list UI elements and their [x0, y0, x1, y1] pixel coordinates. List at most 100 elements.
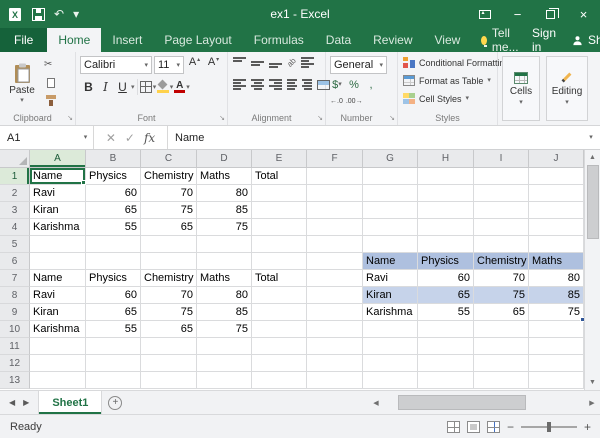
- vertical-scrollbar[interactable]: ▲ ▼: [584, 150, 600, 390]
- horizontal-scrollbar-thumb[interactable]: [398, 395, 526, 410]
- cell-C1[interactable]: Chemistry: [141, 168, 197, 185]
- column-header-F[interactable]: F: [307, 150, 363, 167]
- minimize-button[interactable]: −: [501, 0, 534, 28]
- currency-button[interactable]: $▾: [330, 77, 344, 92]
- cell-H4[interactable]: [418, 219, 474, 236]
- fill-handle[interactable]: [81, 180, 86, 185]
- cell-I2[interactable]: [474, 185, 529, 202]
- cell-C7[interactable]: Chemistry: [141, 270, 197, 287]
- cell-C4[interactable]: 65: [141, 219, 197, 236]
- cell-H5[interactable]: [418, 236, 474, 253]
- cell-I1[interactable]: [474, 168, 529, 185]
- cell-D13[interactable]: [197, 372, 252, 389]
- cell-D6[interactable]: [197, 253, 252, 270]
- cell-F11[interactable]: [307, 338, 363, 355]
- fill-color-button[interactable]: ▾: [157, 78, 174, 96]
- cell-J11[interactable]: [529, 338, 584, 355]
- cell-F5[interactable]: [307, 236, 363, 253]
- horizontal-scrollbar[interactable]: ◀ ▶: [368, 391, 600, 414]
- tab-page-layout[interactable]: Page Layout: [153, 28, 242, 52]
- cell-G10[interactable]: [363, 321, 418, 338]
- cell-E4[interactable]: [252, 219, 307, 236]
- scroll-left-button[interactable]: ◀: [368, 399, 384, 407]
- cell-C12[interactable]: [141, 355, 197, 372]
- cell-D9[interactable]: 85: [197, 304, 252, 321]
- vertical-scrollbar-thumb[interactable]: [587, 165, 599, 239]
- zoom-out-button[interactable]: −: [507, 420, 514, 434]
- name-box-dropdown[interactable]: ▾: [78, 126, 94, 149]
- save-button[interactable]: [32, 8, 45, 21]
- sheet-tab-sheet1[interactable]: Sheet1: [38, 391, 102, 414]
- cell-A6[interactable]: [30, 253, 86, 270]
- row-header-11[interactable]: 11: [0, 338, 30, 355]
- column-header-I[interactable]: I: [474, 150, 529, 167]
- underline-button[interactable]: U: [114, 78, 131, 96]
- cell-G13[interactable]: [363, 372, 418, 389]
- cell-C8[interactable]: 70: [141, 287, 197, 304]
- row-header-9[interactable]: 9: [0, 304, 30, 321]
- cell-J5[interactable]: [529, 236, 584, 253]
- format-as-table-button[interactable]: Format as Table ▾: [403, 75, 491, 86]
- tab-review[interactable]: Review: [362, 28, 423, 52]
- cell-A11[interactable]: [30, 338, 86, 355]
- cell-E3[interactable]: [252, 202, 307, 219]
- cell-D12[interactable]: [197, 355, 252, 372]
- decrease-indent-button[interactable]: [287, 79, 297, 90]
- cell-I5[interactable]: [474, 236, 529, 253]
- cell-I10[interactable]: [474, 321, 529, 338]
- cell-F4[interactable]: [307, 219, 363, 236]
- cell-E13[interactable]: [252, 372, 307, 389]
- cancel-entry-button[interactable]: ✕: [106, 131, 116, 145]
- clipboard-dialog-launcher[interactable]: ↘: [67, 115, 73, 123]
- cell-D8[interactable]: 80: [197, 287, 252, 304]
- cell-I7[interactable]: 70: [474, 270, 529, 287]
- cell-D5[interactable]: [197, 236, 252, 253]
- decrease-font-button[interactable]: A▾: [205, 56, 222, 74]
- column-header-G[interactable]: G: [363, 150, 418, 167]
- cell-A8[interactable]: Ravi: [30, 287, 86, 304]
- page-break-view-button[interactable]: [487, 421, 500, 433]
- cell-A9[interactable]: Kiran: [30, 304, 86, 321]
- sheet-nav-left-button[interactable]: ◀: [9, 398, 15, 407]
- row-header-12[interactable]: 12: [0, 355, 30, 372]
- cell-B13[interactable]: [86, 372, 141, 389]
- cell-B6[interactable]: [86, 253, 141, 270]
- row-header-3[interactable]: 3: [0, 202, 30, 219]
- cell-I9[interactable]: 65: [474, 304, 529, 321]
- cell-F6[interactable]: [307, 253, 363, 270]
- cell-D7[interactable]: Maths: [197, 270, 252, 287]
- cell-J9[interactable]: 75: [529, 304, 584, 321]
- cell-G5[interactable]: [363, 236, 418, 253]
- cell-H9[interactable]: 55: [418, 304, 474, 321]
- cell-J6[interactable]: Maths: [529, 253, 584, 270]
- cell-E7[interactable]: Total: [252, 270, 307, 287]
- wrap-text-button[interactable]: [301, 57, 314, 68]
- cell-J8[interactable]: 85: [529, 287, 584, 304]
- format-painter-button[interactable]: [44, 93, 66, 108]
- tell-me-box[interactable]: Tell me...: [471, 28, 532, 52]
- cell-E12[interactable]: [252, 355, 307, 372]
- cell-E6[interactable]: [252, 253, 307, 270]
- cell-F13[interactable]: [307, 372, 363, 389]
- cell-B2[interactable]: 60: [86, 185, 141, 202]
- cell-C2[interactable]: 70: [141, 185, 197, 202]
- cell-F7[interactable]: [307, 270, 363, 287]
- cell-B8[interactable]: 60: [86, 287, 141, 304]
- range-fill-handle[interactable]: [580, 317, 584, 322]
- cell-H2[interactable]: [418, 185, 474, 202]
- cell-E9[interactable]: [252, 304, 307, 321]
- column-header-J[interactable]: J: [529, 150, 584, 167]
- cell-C13[interactable]: [141, 372, 197, 389]
- cell-F2[interactable]: [307, 185, 363, 202]
- cell-J7[interactable]: 80: [529, 270, 584, 287]
- cell-J13[interactable]: [529, 372, 584, 389]
- cell-D3[interactable]: 85: [197, 202, 252, 219]
- zoom-in-button[interactable]: +: [584, 420, 591, 434]
- bottom-align-button[interactable]: [269, 57, 282, 68]
- column-header-A[interactable]: A: [30, 150, 86, 167]
- top-align-button[interactable]: [233, 57, 246, 68]
- cell-G2[interactable]: [363, 185, 418, 202]
- cell-D2[interactable]: 80: [197, 185, 252, 202]
- scroll-up-button[interactable]: ▲: [585, 150, 600, 165]
- column-header-C[interactable]: C: [141, 150, 197, 167]
